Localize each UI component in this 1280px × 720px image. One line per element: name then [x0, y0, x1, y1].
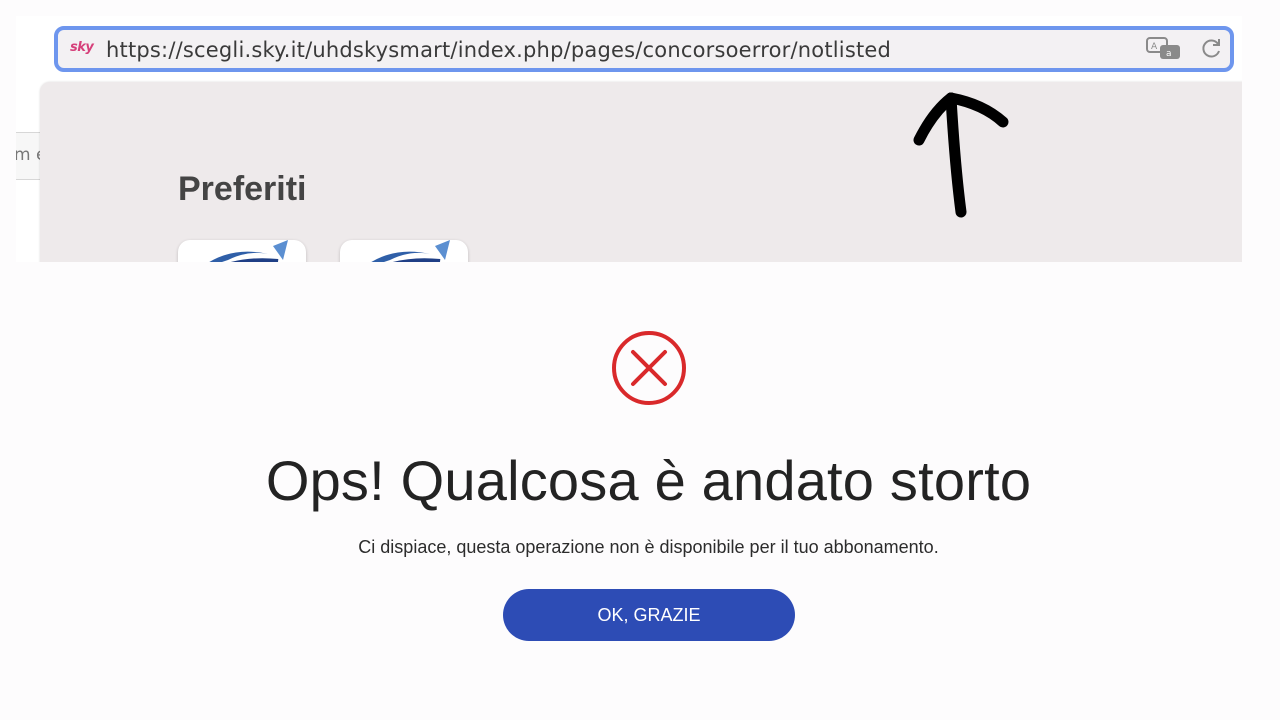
favorite-tile[interactable]	[340, 240, 468, 262]
translate-icon[interactable]: A a	[1146, 36, 1186, 66]
browser-logo-icon	[209, 240, 288, 262]
error-message: Ci dispiace, questa operazione non è dis…	[358, 537, 939, 557]
error-title: Ops! Qualcosa è andato storto	[265, 449, 1032, 512]
error-x-circle-icon	[612, 331, 686, 405]
url-text[interactable]: https://scegli.sky.it/uhdskysmart/index.…	[106, 38, 891, 62]
svg-text:A: A	[1151, 42, 1158, 52]
address-bar[interactable]: sky https://scegli.sky.it/uhdskysmart/in…	[54, 26, 1234, 72]
favorites-popup: Preferiti	[40, 82, 1242, 262]
svg-text:a: a	[1166, 49, 1172, 59]
background-tab-fragment: m e	[16, 132, 40, 180]
site-favicon: sky	[70, 40, 94, 55]
hand-drawn-arrow-icon	[913, 92, 1009, 218]
favorite-tile[interactable]	[178, 240, 306, 262]
favorites-heading: Preferiti	[178, 170, 307, 208]
ok-button[interactable]: OK, GRAZIE	[503, 589, 795, 641]
browser-screenshot-crop: m e Preferiti sky https://scegli.sky.it/…	[16, 16, 1242, 262]
partial-text: m e	[16, 145, 40, 165]
browser-logo-icon	[371, 240, 450, 262]
reload-icon[interactable]	[1198, 36, 1224, 66]
